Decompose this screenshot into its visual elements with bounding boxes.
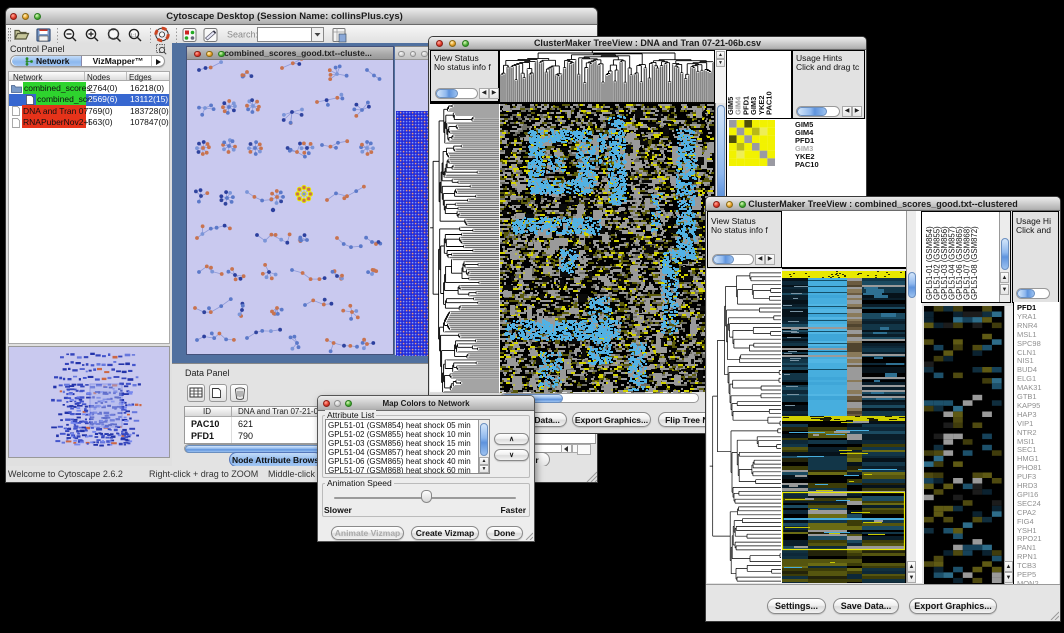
svg-text:PAC10: PAC10	[765, 91, 774, 115]
svg-text:GPL51-08 (GSM872): GPL51-08 (GSM872)	[970, 226, 979, 300]
svg-text:Search:: Search:	[227, 30, 258, 40]
svg-text:1:1: 1:1	[131, 33, 138, 38]
